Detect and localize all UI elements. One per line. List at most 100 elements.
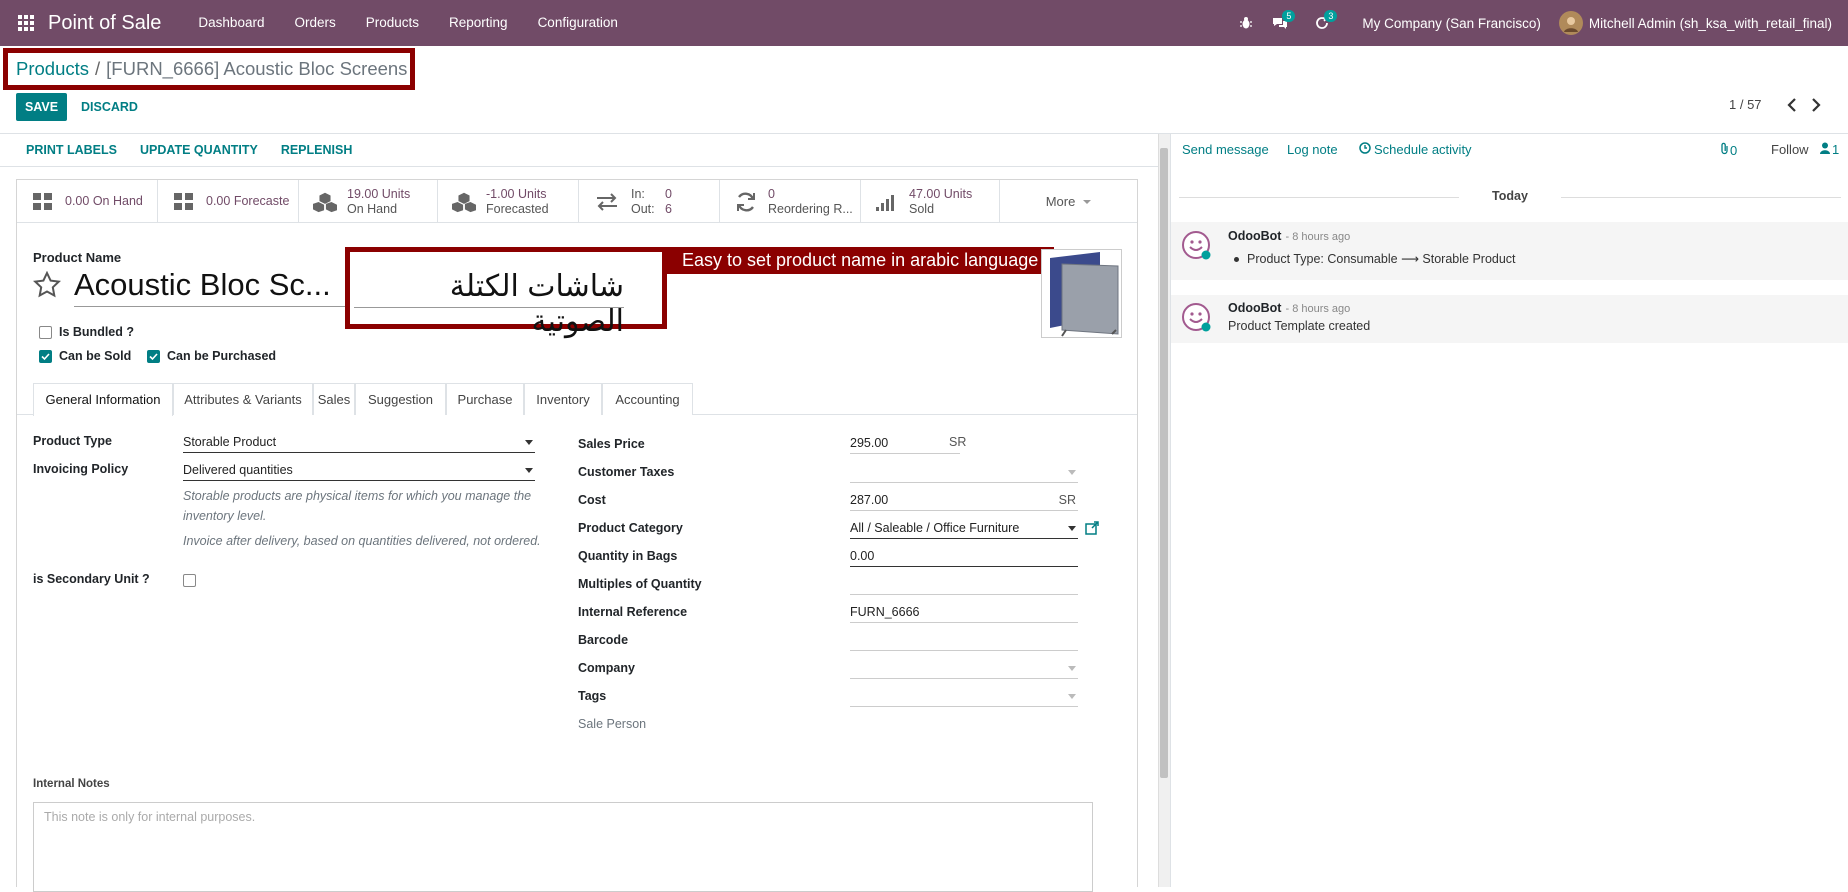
grid-icon: [172, 190, 196, 214]
message-body: Product Template created: [1228, 319, 1371, 333]
user-avatar[interactable]: [1558, 11, 1583, 35]
product-name-label: Product Name: [33, 250, 122, 265]
menu-reporting[interactable]: Reporting: [434, 0, 523, 46]
send-message-button[interactable]: Send message: [1182, 142, 1269, 157]
sold-value: 47.00 Units: [909, 186, 973, 201]
sales-price-label: Sales Price: [578, 437, 645, 451]
units-on-hand-value: 19.00 Units: [347, 186, 411, 201]
arabic-name-highlight: شاشات الكتلة الصوتية: [345, 247, 667, 338]
is-bundled-checkbox[interactable]: [39, 325, 52, 339]
tab-general-information[interactable]: General Information: [33, 383, 173, 416]
sale-person-label: Sale Person: [578, 717, 647, 731]
product-category-select[interactable]: All / Saleable / Office Furniture: [850, 519, 1078, 539]
tab-sales[interactable]: Sales: [313, 383, 355, 415]
tab-purchase[interactable]: Purchase: [446, 383, 524, 415]
smart-button-in-out[interactable]: In: 0 Out: 6: [579, 180, 720, 223]
breadcrumb-products-link[interactable]: Products: [16, 58, 89, 80]
menu-dashboard[interactable]: Dashboard: [183, 0, 279, 46]
attachments-count: 0: [1730, 142, 1738, 158]
company-select[interactable]: [850, 659, 1078, 679]
app-name[interactable]: Point of Sale: [48, 12, 161, 35]
pager-value[interactable]: 1 / 57: [1729, 97, 1762, 112]
more-smart-buttons[interactable]: More: [1000, 180, 1137, 223]
caret-down-icon: [1068, 694, 1076, 699]
internal-notes-input[interactable]: This note is only for internal purposes.: [33, 802, 1093, 892]
follow-button[interactable]: Follow: [1771, 142, 1809, 157]
schedule-activity-button[interactable]: Schedule activity: [1359, 142, 1472, 157]
can-be-sold-checkbox[interactable]: [39, 349, 52, 363]
tab-accounting[interactable]: Accounting: [602, 383, 693, 415]
followers-button[interactable]: 1: [1820, 142, 1839, 157]
form-sheet: 0.00 On Hand 0.00 Forecaste 19.00 Units O…: [16, 179, 1138, 892]
tab-inventory[interactable]: Inventory: [524, 383, 602, 415]
customer-taxes-input[interactable]: [850, 463, 1078, 483]
message-author[interactable]: OdooBot - 8 hours ago: [1228, 229, 1350, 243]
smart-button-units-forecasted[interactable]: -1.00 Units Forecasted: [438, 180, 579, 223]
form-tabs: General Information Attributes & Variant…: [17, 383, 1137, 416]
smart-button-sold[interactable]: 47.00 Units Sold: [861, 180, 1000, 223]
tab-suggestion[interactable]: Suggestion: [355, 383, 446, 415]
pager-next-icon[interactable]: [1806, 94, 1826, 116]
invoicing-policy-select[interactable]: Delivered quantities: [183, 461, 535, 481]
cost-input[interactable]: 287.00 SR: [850, 491, 1078, 511]
smart-button-reordering[interactable]: 0 Reordering R...: [720, 180, 861, 223]
log-note-button[interactable]: Log note: [1287, 142, 1338, 157]
chatter-panel: Send message Log note Schedule activity …: [1170, 134, 1848, 887]
can-be-purchased-label: Can be Purchased: [167, 349, 277, 363]
tab-attributes-variants[interactable]: Attributes & Variants: [173, 383, 313, 415]
product-name-arabic[interactable]: شاشات الكتلة الصوتية: [350, 269, 624, 339]
today-separator: Today: [1492, 189, 1528, 203]
internal-ref-input[interactable]: FURN_6666: [850, 603, 1078, 623]
qty-bags-label: Quantity in Bags: [578, 549, 678, 563]
messages-count-badge: 5: [1282, 10, 1296, 22]
activities-icon[interactable]: 3: [1308, 0, 1338, 46]
qty-bags-input[interactable]: 0.00: [850, 547, 1078, 567]
activities-count-badge: 3: [1324, 10, 1338, 22]
company-switcher[interactable]: My Company (San Francisco): [1362, 16, 1541, 31]
replenish-button[interactable]: REPLENISH: [281, 143, 353, 157]
barcode-input[interactable]: [850, 631, 1078, 651]
menu-products[interactable]: Products: [351, 0, 434, 46]
message-date: - 8 hours ago: [1285, 303, 1351, 315]
in-label: In:: [631, 186, 645, 201]
signal-icon: [875, 190, 899, 214]
odoobot-avatar: [1181, 302, 1211, 332]
menu-orders[interactable]: Orders: [279, 0, 350, 46]
smart-button-on-hand[interactable]: 0.00 On Hand: [17, 180, 158, 223]
save-button[interactable]: SAVE: [16, 93, 67, 121]
external-link-icon[interactable]: [1085, 521, 1099, 535]
breadcrumb-separator: /: [95, 58, 101, 79]
units-on-hand-label: On Hand: [347, 201, 398, 216]
update-quantity-button[interactable]: UPDATE QUANTITY: [140, 143, 258, 157]
pager-previous-icon[interactable]: [1782, 94, 1802, 116]
odoobot-avatar: [1181, 230, 1211, 260]
multiples-input[interactable]: [850, 575, 1078, 595]
units-forecasted-value: -1.00 Units: [486, 186, 547, 201]
bug-icon[interactable]: [1232, 0, 1260, 46]
product-image[interactable]: [1041, 249, 1122, 338]
tags-select[interactable]: [850, 687, 1078, 707]
message-author[interactable]: OdooBot - 8 hours ago: [1228, 301, 1350, 315]
favorite-star-icon[interactable]: [32, 270, 62, 301]
smart-button-forecasted[interactable]: 0.00 Forecaste: [158, 180, 299, 223]
smart-button-units-on-hand[interactable]: 19.00 Units On Hand: [299, 180, 438, 223]
can-be-purchased-checkbox[interactable]: [147, 349, 160, 363]
cubes-icon: [452, 190, 476, 214]
attachments-button[interactable]: 0: [1719, 142, 1737, 158]
multiples-label: Multiples of Quantity: [578, 577, 702, 591]
product-category-value: All / Saleable / Office Furniture: [850, 521, 1020, 535]
discard-button[interactable]: DISCARD: [81, 93, 138, 121]
product-type-select[interactable]: Storable Product: [183, 433, 535, 453]
sales-price-input[interactable]: 295.00: [850, 434, 960, 454]
secondary-unit-checkbox[interactable]: [183, 574, 196, 587]
form-scrollbar-thumb[interactable]: [1160, 148, 1168, 778]
user-menu[interactable]: Mitchell Admin (sh_ksa_with_retail_final…: [1589, 16, 1832, 31]
apps-menu-icon[interactable]: [14, 0, 38, 46]
menu-configuration[interactable]: Configuration: [523, 0, 633, 46]
message-body: Product Type: Consumable ⟶ Storable Prod…: [1234, 251, 1516, 266]
clock-icon: [1359, 142, 1371, 157]
invoicing-policy-value: Delivered quantities: [183, 463, 293, 477]
messages-icon[interactable]: 5: [1266, 0, 1296, 46]
sold-label: Sold: [909, 201, 935, 216]
print-labels-button[interactable]: PRINT LABELS: [26, 143, 117, 157]
